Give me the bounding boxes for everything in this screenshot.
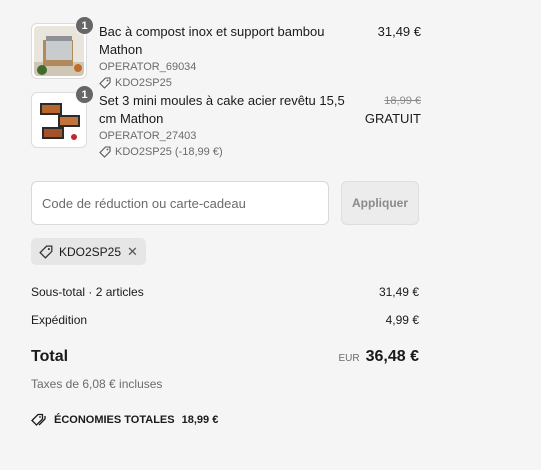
savings-value: 18,99 €	[181, 414, 219, 426]
total-value: 36,48 €	[365, 348, 419, 365]
tag-icon	[99, 77, 111, 89]
applied-code-label: KDO2SP25	[59, 244, 122, 259]
product-sku: OPERATOR_69034	[99, 61, 197, 73]
quantity-badge: 1	[75, 85, 94, 104]
shipping-value: 4,99 €	[385, 313, 419, 327]
applied-code-chip: KDO2SP25 ✕	[31, 238, 146, 265]
item-price: 31,49 €	[378, 23, 421, 41]
line-item: 1 Bac à compost inox et support bambou M…	[31, 16, 421, 89]
currency-code: EUR	[338, 353, 360, 364]
item-info: Bac à compost inox et support bambou Mat…	[99, 23, 359, 91]
item-discount-code: KDO2SP25 (-18,99 €)	[115, 146, 223, 158]
subtotal-label: Sous-total · 2 articles	[31, 285, 144, 299]
tag-icon	[39, 245, 53, 259]
taxes-note: Taxes de 6,08 € incluses	[31, 377, 163, 391]
quantity-badge: 1	[75, 16, 94, 35]
subtotal-value: 31,49 €	[378, 285, 419, 299]
total-row: Total EUR 36,48 €	[31, 348, 419, 366]
total-amount: EUR 36,48 €	[338, 348, 419, 366]
savings-label: ÉCONOMIES TOTALES	[54, 414, 175, 426]
tag-icon	[99, 146, 111, 158]
total-label: Total	[31, 348, 69, 365]
shipping-label: Expédition	[31, 313, 88, 327]
cake-molds-image	[34, 95, 84, 145]
item-discount: KDO2SP25 (-18,99 €)	[99, 144, 359, 160]
item-discount-code: KDO2SP25	[115, 77, 172, 89]
product-name: Set 3 mini moules à cake acier revêtu 15…	[99, 93, 345, 126]
product-name: Bac à compost inox et support bambou Mat…	[99, 24, 325, 57]
discount-code-input[interactable]	[31, 181, 329, 225]
item-price: 18,99 € GRATUIT	[365, 92, 421, 128]
total-savings: ÉCONOMIES TOTALES 18,99 €	[31, 413, 218, 427]
item-discount: KDO2SP25	[99, 75, 359, 91]
tags-icon	[31, 413, 46, 426]
subtotal-row: Sous-total · 2 articles 31,49 €	[31, 285, 419, 299]
compost-bin-image	[34, 26, 84, 76]
item-info: Set 3 mini moules à cake acier revêtu 15…	[99, 92, 359, 160]
item-price-value: 31,49 €	[377, 24, 421, 39]
order-summary: 1 Bac à compost inox et support bambou M…	[0, 0, 541, 470]
product-sku: OPERATOR_27403	[99, 130, 197, 142]
item-price-value: GRATUIT	[364, 111, 421, 126]
remove-code-icon[interactable]: ✕	[127, 244, 138, 260]
product-thumbnail: 1	[31, 85, 94, 148]
shipping-row: Expédition 4,99 €	[31, 313, 419, 327]
apply-button[interactable]: Appliquer	[341, 181, 419, 225]
original-price: 18,99 €	[384, 95, 421, 107]
line-item: 1 Set 3 mini moules à cake acier revêtu …	[31, 85, 421, 158]
product-thumbnail: 1	[31, 16, 94, 79]
